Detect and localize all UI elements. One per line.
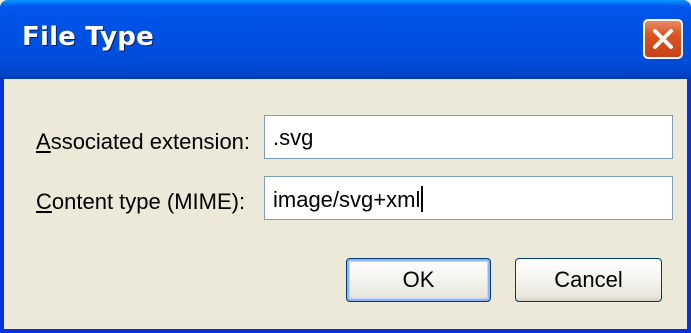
- extension-mnemonic: A: [36, 129, 51, 154]
- file-type-dialog: File Type Associated extension: .svg Con…: [0, 0, 691, 333]
- cancel-button[interactable]: Cancel: [515, 258, 662, 302]
- content-type-input[interactable]: image/svg+xml: [264, 176, 673, 220]
- close-button[interactable]: [643, 19, 683, 59]
- content-type-label: Content type (MIME):: [36, 189, 245, 215]
- text-caret: [421, 186, 424, 212]
- associated-extension-label: Associated extension:: [36, 129, 250, 155]
- content-type-label-text: ontent type (MIME):: [51, 189, 246, 214]
- close-icon: [653, 29, 673, 49]
- dialog-title: File Type: [22, 22, 154, 52]
- associated-extension-input[interactable]: .svg: [264, 115, 673, 159]
- associated-extension-value: .svg: [273, 125, 314, 150]
- title-bar[interactable]: File Type: [0, 0, 691, 79]
- content-type-mnemonic: C: [36, 189, 52, 214]
- content-type-value: image/svg+xml: [273, 187, 421, 212]
- ok-button[interactable]: OK: [346, 258, 491, 302]
- content-type-value-wrap: image/svg+xml: [273, 186, 424, 213]
- extension-label-text: ssociated extension:: [50, 129, 251, 154]
